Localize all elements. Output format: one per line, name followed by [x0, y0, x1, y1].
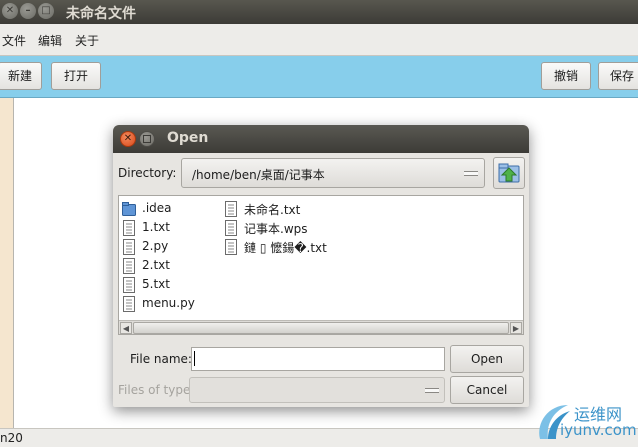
window-maximize-button[interactable]: □	[38, 3, 54, 19]
window-titlebar: ✕ – □ 未命名文件	[0, 0, 638, 24]
file-icon	[225, 220, 237, 236]
horizontal-scrollbar[interactable]: ◀ ▶	[119, 320, 523, 334]
file-name-input[interactable]	[191, 347, 445, 371]
dialog-titlebar: ✕ Open	[113, 125, 529, 153]
dialog-open-button[interactable]: Open	[450, 345, 524, 373]
combo-handle-icon	[425, 388, 439, 393]
maximize-icon	[143, 135, 151, 143]
directory-value: /home/ben/桌面/记事本	[192, 168, 325, 182]
files-of-type-combo[interactable]	[189, 377, 445, 403]
file-icon	[123, 239, 135, 255]
file-icon	[225, 239, 237, 255]
menubar: 文件 编辑 关于	[0, 24, 638, 56]
directory-combo[interactable]: /home/ben/桌面/记事本	[181, 158, 485, 188]
menu-about[interactable]: 关于	[75, 32, 99, 49]
undo-button[interactable]: 撤销	[541, 62, 591, 90]
file-icon	[225, 201, 237, 217]
file-list[interactable]: .idea 1.txt 2.py 2.txt 5.txt menu.py 未命名.txt 记…	[118, 195, 524, 335]
status-text: n20	[0, 431, 23, 445]
menu-edit[interactable]: 编辑	[38, 32, 62, 49]
directory-label: Directory:	[118, 166, 177, 180]
file-name: .idea	[142, 201, 172, 215]
file-name-label: File name:	[130, 352, 192, 366]
scroll-left-icon[interactable]: ◀	[120, 322, 132, 334]
dialog-maximize-button[interactable]	[139, 131, 155, 147]
file-name: 未命名.txt	[244, 203, 301, 217]
file-icon	[123, 258, 135, 274]
file-icon	[123, 277, 135, 293]
folder-up-icon	[498, 163, 520, 183]
dialog-cancel-button[interactable]: Cancel	[450, 376, 524, 404]
file-name: 2.py	[142, 239, 169, 253]
open-button[interactable]: 打开	[51, 62, 101, 90]
combo-handle-icon	[464, 171, 478, 176]
file-name: 2.txt	[142, 258, 170, 272]
file-name: menu.py	[142, 296, 195, 310]
line-gutter	[0, 98, 14, 428]
dialog-title: Open	[167, 130, 209, 146]
window-close-button[interactable]: ✕	[2, 3, 18, 19]
dialog-close-button[interactable]: ✕	[120, 131, 136, 147]
menu-file[interactable]: 文件	[2, 32, 26, 49]
files-of-type-label: Files of type:	[118, 383, 195, 397]
scrollbar-thumb[interactable]	[133, 322, 509, 334]
folder-icon	[122, 202, 136, 216]
open-dialog: ✕ Open Directory: /home/ben/桌面/记事本 .idea…	[113, 125, 529, 407]
close-icon: ✕	[123, 133, 133, 144]
watermark-en: iyunv.com	[560, 421, 637, 439]
save-button[interactable]: 保存	[598, 62, 638, 90]
file-name: 5.txt	[142, 277, 170, 291]
toolbar: 新建 打开 撤销 保存	[0, 56, 638, 98]
scroll-right-icon[interactable]: ▶	[510, 322, 522, 334]
close-icon: ✕	[5, 5, 15, 16]
minimize-icon: –	[25, 5, 31, 16]
file-name: 1.txt	[142, 220, 170, 234]
file-icon	[123, 296, 135, 312]
file-name: 鏈 ▯ 懡鍚�.txt	[244, 241, 327, 255]
text-cursor	[194, 351, 195, 366]
parent-directory-button[interactable]	[493, 157, 525, 189]
file-icon	[123, 220, 135, 236]
maximize-icon: □	[41, 5, 51, 16]
window-title: 未命名文件	[66, 6, 136, 22]
window-minimize-button[interactable]: –	[20, 3, 36, 19]
watermark: 运维网 iyunv.com	[530, 397, 638, 445]
file-name: 记事本.wps	[244, 222, 308, 236]
new-button[interactable]: 新建	[0, 62, 42, 90]
